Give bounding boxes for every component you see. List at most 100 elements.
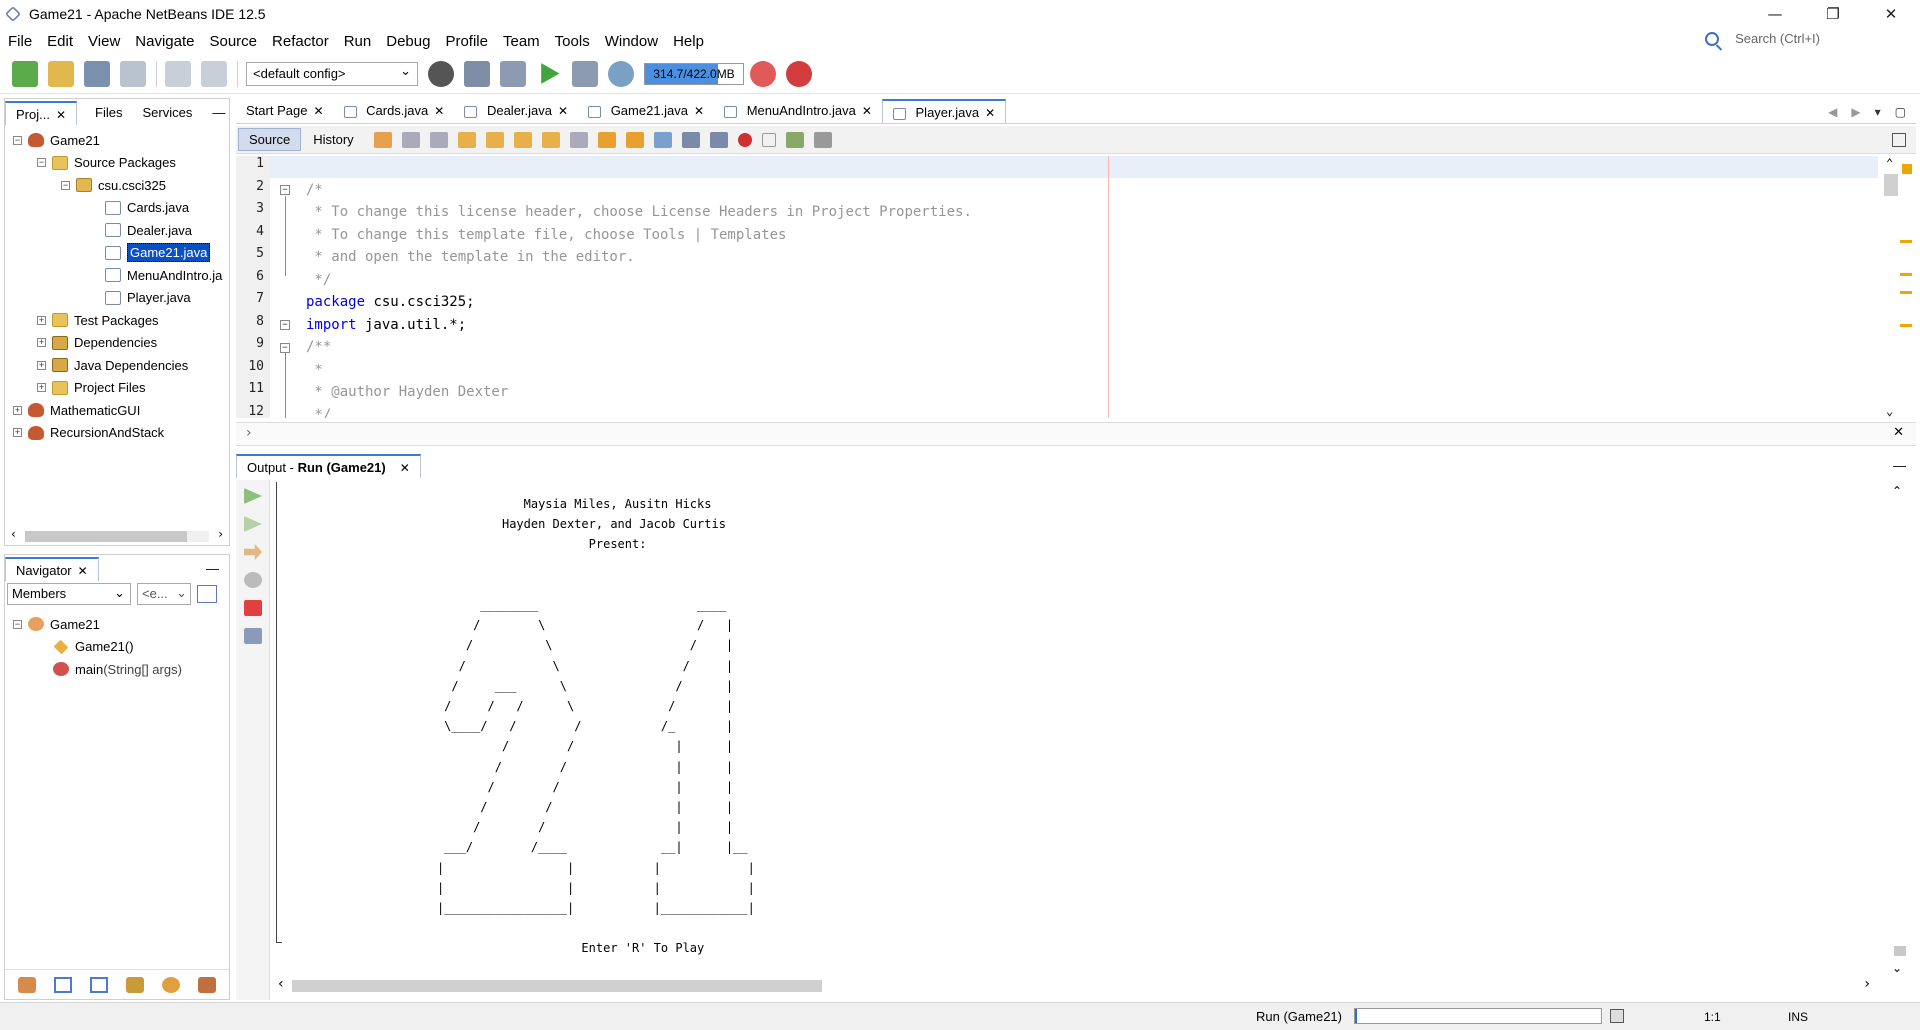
scroll-down-icon[interactable]: ⌄ (1886, 404, 1893, 418)
tab-files[interactable]: Files (85, 101, 132, 125)
tree-item-file[interactable]: Player.java (105, 287, 191, 310)
tab-player-java[interactable]: Player.java ✕ (881, 99, 1007, 123)
start-macro-icon[interactable] (737, 132, 752, 147)
projects-hscrollbar[interactable]: ‹ › (9, 527, 225, 545)
collapse-icon[interactable]: − (13, 135, 22, 145)
tree-item-package[interactable]: − csu.csci325 (61, 174, 166, 197)
close-icon[interactable]: ✕ (862, 104, 872, 118)
clean-build-icon[interactable] (500, 60, 526, 87)
previous-bookmark-icon[interactable] (597, 131, 616, 148)
tree-item-test-packages[interactable]: + Test Packages (37, 309, 159, 332)
forward-icon[interactable] (429, 131, 448, 148)
menu-team[interactable]: Team (495, 33, 547, 50)
scroll-up-icon[interactable]: ⌃ (1892, 484, 1902, 498)
split-window-icon[interactable] (1892, 132, 1906, 147)
expand-icon[interactable]: + (37, 315, 46, 325)
tab-output-run[interactable]: Output - Run (Game21) ✕ (236, 454, 421, 478)
config-select[interactable]: <default config> (246, 61, 418, 86)
shift-right-icon[interactable] (709, 131, 728, 148)
tab-menuandintro-java[interactable]: MenuAndIntro.java ✕ (714, 99, 882, 123)
scroll-up-icon[interactable]: ⌃ (1886, 156, 1893, 170)
globe-icon[interactable] (428, 60, 454, 87)
caret-position[interactable]: 1:1 (1704, 1010, 1721, 1024)
tree-item-source-packages[interactable]: − Source Packages (37, 152, 176, 175)
warning-marker[interactable] (1900, 240, 1912, 243)
error-stripe-summary-icon[interactable] (1902, 164, 1912, 174)
menu-file[interactable]: File (0, 33, 39, 50)
comment-icon[interactable] (785, 131, 804, 148)
next-bookmark-icon[interactable] (625, 131, 644, 148)
insert-mode[interactable]: INS (1788, 1010, 1808, 1024)
back-icon[interactable] (401, 131, 420, 148)
debug-icon[interactable] (572, 60, 598, 87)
warning-marker[interactable] (1900, 324, 1912, 327)
quick-search[interactable]: Search (Ctrl+I) (1705, 31, 1820, 46)
clear-output-icon[interactable] (244, 628, 262, 644)
cancel-task-icon[interactable] (1610, 1009, 1624, 1023)
breadcrumb-arrow-icon[interactable]: › (246, 425, 252, 441)
panel-minimize-button[interactable]: — (202, 101, 235, 125)
tab-dealer-java[interactable]: Dealer.java ✕ (454, 99, 578, 123)
maximize-editor-icon[interactable]: ▢ (1895, 105, 1906, 119)
collapse-icon[interactable]: − (37, 158, 46, 168)
history-view-button[interactable]: History (303, 129, 363, 150)
nav-constructor[interactable]: Game21() (53, 636, 134, 659)
toggle-highlight-icon[interactable] (541, 131, 560, 148)
toggle-bookmark-icon[interactable] (653, 131, 672, 148)
code-editor[interactable]: 1 2 3 4 5 6 7 8 9 10 11 12 − − − /* * To… (236, 156, 1916, 418)
members-select[interactable]: Members ⌄ (7, 583, 131, 605)
save-all-icon[interactable] (120, 60, 146, 87)
warning-marker[interactable] (1900, 273, 1912, 276)
tab-game21-java[interactable]: Game21.java ✕ (578, 99, 714, 123)
source-view-button[interactable]: Source (238, 128, 302, 151)
scroll-right-icon[interactable]: › (1864, 976, 1870, 992)
filter-select[interactable]: <e... ⌄ (137, 583, 191, 605)
scroll-right-icon[interactable]: › (218, 527, 223, 541)
find-next-icon[interactable] (513, 131, 532, 148)
fold-icon[interactable]: − (280, 343, 290, 353)
close-icon[interactable]: ✕ (78, 564, 88, 578)
minimize-button[interactable]: — (1746, 0, 1804, 28)
close-icon[interactable]: ✕ (558, 104, 568, 118)
close-icon[interactable]: ✕ (1893, 425, 1904, 440)
uncomment-icon[interactable] (813, 131, 832, 148)
tree-item-game21[interactable]: − Game21 (13, 129, 100, 152)
close-icon[interactable]: ✕ (313, 104, 323, 118)
tree-item-file[interactable]: Game21.java (105, 242, 211, 265)
show-inner-classes-icon[interactable] (162, 976, 180, 993)
shift-left-icon[interactable] (681, 131, 700, 148)
panel-minimize-button[interactable]: — (1883, 454, 1916, 478)
close-icon[interactable]: ✕ (985, 106, 995, 120)
close-icon[interactable]: ✕ (56, 108, 66, 122)
tab-cards-java[interactable]: Cards.java ✕ (334, 99, 455, 123)
open-project-icon[interactable] (84, 60, 110, 87)
rerun-with-args-icon[interactable] (244, 516, 262, 532)
menu-edit[interactable]: Edit (39, 33, 80, 50)
redo-icon[interactable] (201, 60, 227, 87)
new-project-icon[interactable] (48, 60, 74, 87)
inherited-members-icon[interactable] (18, 976, 36, 993)
scroll-tabs-left-icon[interactable]: ◀ (1828, 105, 1837, 119)
fold-icon[interactable]: − (280, 185, 290, 195)
stop-process-icon[interactable] (244, 600, 262, 616)
tab-list-icon[interactable]: ▾ (1875, 105, 1881, 119)
tab-projects[interactable]: Proj... ✕ (5, 101, 78, 125)
menu-tools[interactable]: Tools (547, 33, 597, 50)
scroll-left-icon[interactable]: ‹ (11, 527, 16, 541)
menu-run[interactable]: Run (336, 33, 379, 50)
lock-icon[interactable] (126, 976, 144, 993)
last-edit-icon[interactable] (373, 131, 392, 148)
editor-vscrollbar[interactable]: ⌃ ⌄ (1878, 156, 1916, 418)
tab-navigator[interactable]: Navigator ✕ (5, 557, 99, 581)
stop-icon[interactable] (786, 60, 812, 87)
toggle-rectangular-selection-icon[interactable] (569, 131, 588, 148)
menu-debug[interactable]: Debug (378, 33, 437, 50)
expand-icon[interactable]: + (13, 405, 22, 415)
tree-item-recursionandstack[interactable]: + RecursionAndStack (13, 422, 164, 445)
settings-icon[interactable] (244, 572, 262, 588)
tree-item-file[interactable]: Cards.java (105, 197, 189, 220)
menu-profile[interactable]: Profile (437, 33, 495, 50)
tree-item-file[interactable]: Dealer.java (105, 219, 192, 242)
profile-icon[interactable] (608, 60, 634, 87)
menu-window[interactable]: Window (597, 33, 665, 50)
